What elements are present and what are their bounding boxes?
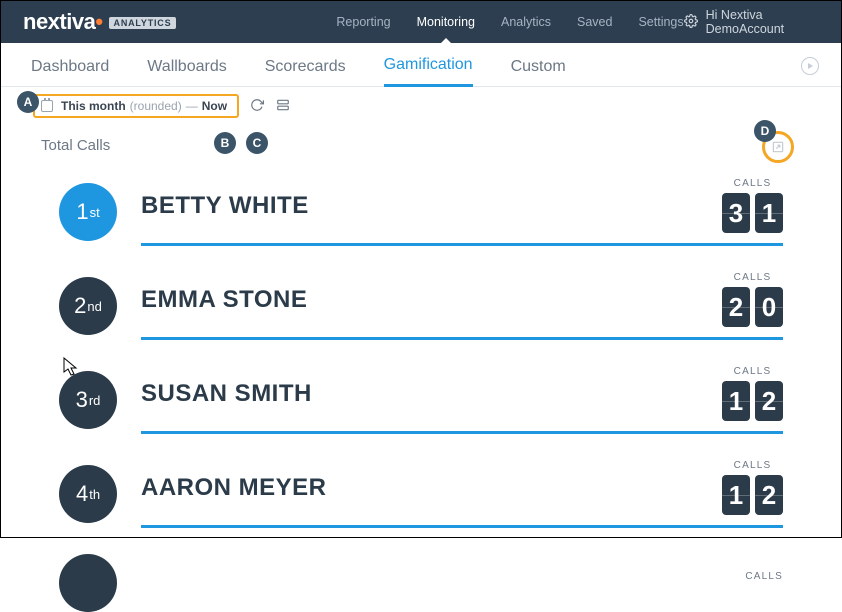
value-flip: 12 [722,381,783,421]
primary-nav: Reporting Monitoring Analytics Saved Set… [336,1,683,43]
rank-badge: 4th [59,465,117,523]
leaderboard-row: 3rd SUSAN SMITH CALLS 12 [59,366,783,434]
tab-dashboard[interactable]: Dashboard [31,58,109,86]
rank-badge: 2nd [59,277,117,335]
top-nav-bar: nextiva• ANALYTICS Reporting Monitoring … [1,1,841,43]
value-label: CALLS [722,460,783,471]
nav-settings[interactable]: Settings [638,1,683,43]
date-qualifier: (rounded) [130,99,182,113]
user-label: Hi Nextiva DemoAccount [706,8,819,36]
nav-monitoring[interactable]: Monitoring [417,1,475,43]
nav-saved[interactable]: Saved [577,1,612,43]
leaderboard-row: 2nd EMMA STONE CALLS 20 [59,272,783,340]
date-range-picker[interactable]: This month (rounded) — Now [33,94,239,118]
leaderboard-row: CALLS [59,554,783,612]
date-separator: — [186,99,198,113]
brand-tag: ANALYTICS [109,17,177,29]
controls-row: This month (rounded) — Now [1,87,841,119]
section-title-row: Total Calls [1,119,841,162]
tab-gamification[interactable]: Gamification [384,56,473,87]
date-to: Now [202,99,227,113]
brand-name: nextiva• [23,9,103,35]
leaderboard: 1st BETTY WHITE CALLS 31 2nd EMMA STONE … [1,162,841,612]
row-name: EMMA STONE [141,286,307,314]
row-name: AARON MEYER [141,474,327,502]
row-name: BETTY WHITE [141,192,309,220]
user-greeting[interactable]: Hi Nextiva DemoAccount [684,8,819,36]
brand: nextiva• ANALYTICS [23,9,176,35]
layout-icon[interactable] [275,98,291,115]
date-from: This month [61,99,126,113]
rank-badge: 3rd [59,371,117,429]
rank-badge [59,554,117,612]
value-label: CALLS [722,178,783,189]
calendar-icon [41,100,53,112]
sub-nav-bar: Dashboard Wallboards Scorecards Gamifica… [1,43,841,87]
nav-reporting[interactable]: Reporting [336,1,390,43]
value-flip: 31 [722,193,783,233]
gear-icon [684,14,698,31]
value-flip: 20 [722,287,783,327]
tab-custom[interactable]: Custom [511,58,566,86]
value-label: CALLS [722,272,783,283]
value-flip: 12 [722,475,783,515]
leaderboard-row: 4th AARON MEYER CALLS 12 [59,460,783,528]
expand-icon[interactable] [771,140,785,157]
value-label: CALLS [745,571,783,582]
row-name: SUSAN SMITH [141,380,312,408]
refresh-icon[interactable] [249,98,265,115]
value-label: CALLS [722,366,783,377]
tab-scorecards[interactable]: Scorecards [265,58,346,86]
section-title: Total Calls [41,137,110,154]
play-icon[interactable] [801,57,819,75]
rank-badge: 1st [59,183,117,241]
nav-analytics[interactable]: Analytics [501,1,551,43]
leaderboard-row: 1st BETTY WHITE CALLS 31 [59,178,783,246]
tab-wallboards[interactable]: Wallboards [147,58,226,86]
